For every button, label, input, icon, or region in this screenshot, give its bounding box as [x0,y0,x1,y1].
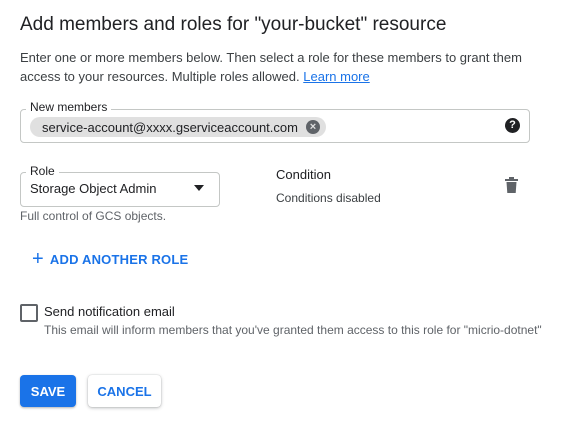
help-icon[interactable]: ? [505,118,520,133]
save-button[interactable]: SAVE [20,375,76,407]
send-notification-checkbox[interactable] [20,304,38,322]
add-another-role-label: ADD ANOTHER ROLE [49,251,189,267]
member-chip-text: service-account@xxxx.gserviceaccount.com [42,119,298,135]
add-icon: + [32,248,44,270]
cancel-circle-icon[interactable]: × [305,120,320,134]
dropdown-arrow-icon [194,185,204,191]
member-chip: service-account@xxxx.gserviceaccount.com… [30,117,326,137]
add-another-role-button[interactable]: + ADD ANOTHER ROLE [32,249,188,269]
send-notification-label: Send notification email [44,304,175,319]
send-notification-help: This email will inform members that you'… [44,323,542,337]
new-members-label: New members [26,100,112,114]
cancel-button[interactable]: CANCEL [88,375,161,407]
dialog-title: Add members and roles for "your-bucket" … [20,14,447,35]
role-label: Role [26,164,59,178]
dialog-description: Enter one or more members below. Then se… [20,48,550,86]
condition-value: Conditions disabled [276,191,381,205]
learn-more-link[interactable]: Learn more [303,69,369,84]
delete-trash-icon[interactable] [504,177,519,199]
role-help-text: Full control of GCS objects. [20,209,167,223]
description-text: Enter one or more members below. Then se… [20,50,522,84]
role-selected-value: Storage Object Admin [30,181,157,196]
condition-title: Condition [276,167,331,182]
